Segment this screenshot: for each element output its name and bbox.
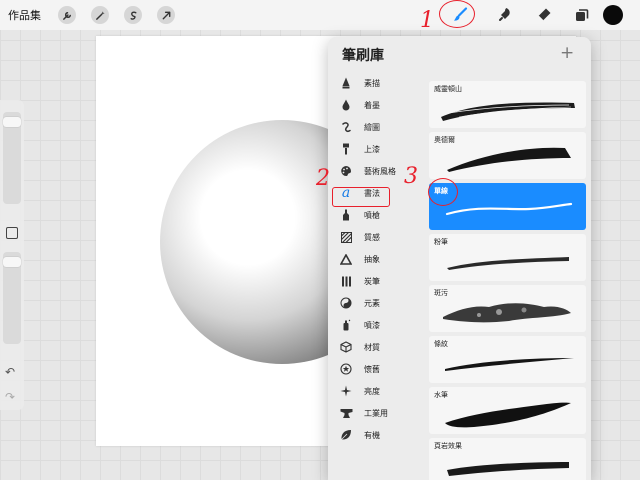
category-industrial[interactable]: 工業用	[332, 403, 422, 423]
brush-list: 威靈頓山 奧德爾 單線 粉筆 斑污 條紋 水筆 頁岩效果	[429, 81, 587, 480]
brush-card-mercury[interactable]: 威靈頓山	[429, 81, 586, 128]
undo-button[interactable]: ↶	[5, 365, 15, 379]
category-label: 有機	[364, 430, 380, 440]
category-label: 噴漆	[364, 320, 380, 330]
dry-brush-stroke-preview	[441, 102, 575, 121]
category-abstract[interactable]: 抽象	[332, 249, 422, 269]
category-label: 炭筆	[364, 276, 380, 286]
paint-roller-icon	[336, 141, 356, 157]
annotation-ring-brush	[439, 0, 475, 28]
category-label: 噴槍	[364, 210, 380, 220]
category-drawing[interactable]: 繪圖	[332, 117, 422, 137]
swirl-icon	[336, 119, 356, 135]
category-airbrushing[interactable]: 噴槍	[332, 205, 422, 225]
category-label: 繪圖	[364, 122, 380, 132]
ink-drop-icon	[336, 97, 356, 113]
category-label: 着墨	[364, 100, 380, 110]
selection-icon[interactable]	[124, 6, 142, 24]
category-textures[interactable]: 質感	[332, 227, 422, 247]
annotation-step3: 3	[404, 164, 418, 189]
category-sketching[interactable]: 素描	[332, 73, 422, 93]
wedge-stroke-preview	[447, 147, 571, 172]
category-label: 元素	[364, 298, 380, 308]
brush-card-streak[interactable]: 條紋	[429, 336, 586, 383]
category-inking[interactable]: 着墨	[332, 95, 422, 115]
category-charcoals[interactable]: 炭筆	[332, 271, 422, 291]
transform-arrow-icon[interactable]	[157, 6, 175, 24]
cube-icon	[336, 339, 356, 355]
triangle-icon	[336, 251, 356, 267]
annotation-step1: 1	[420, 8, 434, 33]
category-label: 素描	[364, 78, 380, 88]
category-organic[interactable]: 有機	[332, 425, 422, 445]
layers-icon[interactable]	[572, 5, 592, 25]
category-spray-paints[interactable]: 噴漆	[332, 315, 422, 335]
texture-icon	[336, 229, 356, 245]
square-icon[interactable]	[6, 227, 18, 239]
top-toolbar: 作品集	[0, 0, 640, 30]
brush-size-slider[interactable]	[3, 112, 21, 204]
chalk-stroke-preview	[447, 257, 569, 270]
smudge-icon[interactable]	[495, 5, 515, 25]
yin-yang-icon	[336, 295, 356, 311]
category-label: 材質	[364, 342, 380, 352]
brush-library-panel: 筆刷庫 + 素描 着墨 繪圖 上漆 藝術風格 a 書法 噴槍 質感 抽象 炭筆 …	[328, 37, 591, 480]
category-label: 上漆	[364, 144, 380, 154]
category-vintage[interactable]: 懷舊	[332, 359, 422, 379]
left-sidebar: ↶ ↷	[0, 100, 24, 410]
brush-category-list: 素描 着墨 繪圖 上漆 藝術風格 a 書法 噴槍 質感 抽象 炭筆 元素 噴漆 …	[328, 71, 426, 480]
annotation-ring-monoline	[428, 178, 458, 206]
leaf-icon	[336, 427, 356, 443]
streak-stroke-preview	[445, 358, 574, 371]
brush-size-thumb[interactable]	[3, 117, 21, 127]
brush-card-chalk[interactable]: 粉筆	[429, 234, 586, 281]
opacity-slider[interactable]	[3, 252, 21, 344]
water-pen-stroke-preview	[445, 402, 571, 428]
airbrush-icon	[336, 207, 356, 223]
charcoal-bars-icon	[336, 273, 356, 289]
category-label: 工業用	[364, 408, 388, 418]
category-label: 藝術風格	[364, 166, 396, 176]
wrench-icon[interactable]	[58, 6, 76, 24]
category-label: 質感	[364, 232, 380, 242]
color-swatch-button[interactable]	[603, 5, 623, 25]
category-label: 亮度	[364, 386, 380, 396]
eraser-icon[interactable]	[534, 5, 554, 25]
pencil-nib-icon	[336, 75, 356, 91]
annotation-box-calligraphy	[332, 187, 390, 207]
brush-card-water-pen[interactable]: 水筆	[429, 387, 586, 434]
panel-title: 筆刷庫	[342, 48, 384, 64]
palette-icon	[336, 163, 356, 179]
gallery-button[interactable]: 作品集	[8, 7, 41, 23]
sparkle-icon	[336, 383, 356, 399]
shale-stroke-preview	[447, 462, 569, 476]
category-materials[interactable]: 材質	[332, 337, 422, 357]
redo-button[interactable]: ↷	[5, 390, 15, 404]
brush-card-blotch[interactable]: 斑污	[429, 285, 586, 332]
add-brush-button[interactable]: +	[560, 43, 574, 63]
spray-can-icon	[336, 317, 356, 333]
category-label: 抽象	[364, 254, 380, 264]
star-badge-icon	[336, 361, 356, 377]
category-elements[interactable]: 元素	[332, 293, 422, 313]
magic-wand-icon[interactable]	[91, 6, 109, 24]
brush-card-shale[interactable]: 頁岩效果	[429, 438, 586, 480]
category-painting[interactable]: 上漆	[332, 139, 422, 159]
opacity-thumb[interactable]	[3, 257, 21, 267]
annotation-step2: 2	[316, 166, 330, 191]
blotch-stroke-preview	[443, 303, 571, 323]
category-label: 懷舊	[364, 364, 380, 374]
anvil-icon	[336, 405, 356, 421]
brush-card-wedge[interactable]: 奧德爾	[429, 132, 586, 179]
category-luminance[interactable]: 亮度	[332, 381, 422, 401]
